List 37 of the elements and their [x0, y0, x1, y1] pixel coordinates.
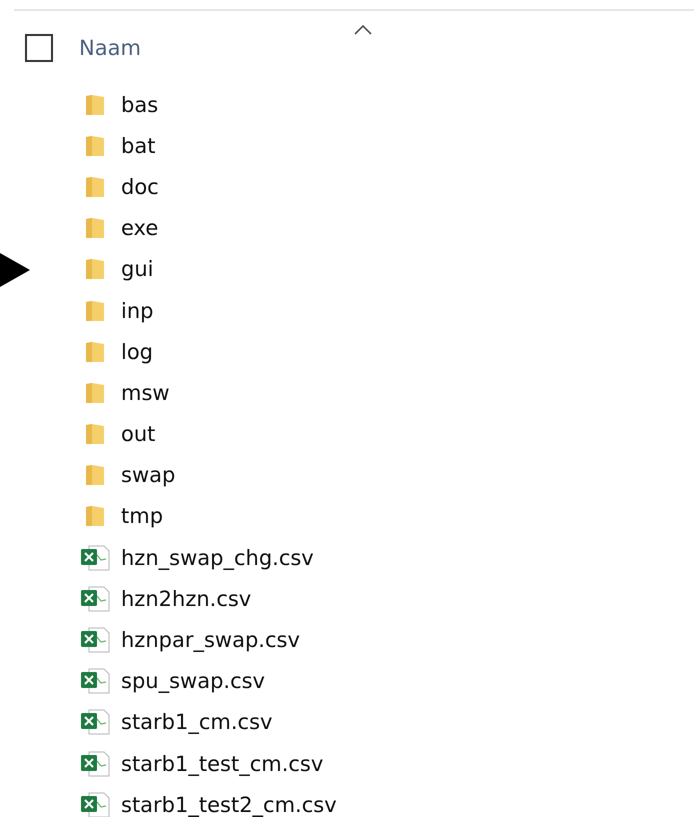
- folder-icon: [84, 174, 106, 199]
- file-name[interactable]: log: [121, 340, 154, 364]
- spreadsheet-file-icon: [80, 544, 110, 571]
- file-name[interactable]: bas: [121, 92, 158, 117]
- folder-icon: [84, 504, 106, 528]
- file-name[interactable]: starb1_test_cm.csv: [121, 752, 324, 776]
- file-name[interactable]: tmp: [121, 504, 164, 528]
- file-name[interactable]: hznpar_swap.csv: [121, 628, 300, 652]
- file-name[interactable]: doc: [121, 174, 159, 199]
- folder-icon: [84, 134, 106, 158]
- file-name[interactable]: swap: [121, 463, 176, 488]
- folder-icon: [84, 257, 106, 282]
- folder-icon: [84, 422, 106, 446]
- file-name[interactable]: bat: [121, 134, 156, 158]
- select-all-checkbox[interactable]: [25, 34, 53, 62]
- spreadsheet-file-icon: [80, 668, 110, 694]
- file-name[interactable]: spu_swap.csv: [121, 669, 265, 694]
- folder-icon: [84, 340, 106, 364]
- spreadsheet-file-icon: [80, 709, 110, 736]
- folder-icon: [84, 216, 106, 240]
- folder-icon: [84, 298, 106, 323]
- file-name[interactable]: gui: [121, 257, 154, 282]
- folder-icon: [84, 92, 106, 117]
- folder-icon: [84, 380, 106, 405]
- name-column-header[interactable]: Naam: [79, 36, 141, 60]
- spreadsheet-file-icon: [80, 627, 110, 654]
- file-name[interactable]: out: [121, 422, 156, 446]
- file-name[interactable]: msw: [121, 380, 170, 405]
- spreadsheet-file-icon: [80, 750, 110, 777]
- file-name[interactable]: hzn2hzn.csv: [121, 586, 252, 611]
- spreadsheet-file-icon: [80, 586, 110, 612]
- folder-icon: [84, 463, 106, 488]
- file-name[interactable]: hzn_swap_chg.csv: [121, 546, 314, 570]
- file-name[interactable]: inp: [121, 298, 154, 323]
- file-name[interactable]: starb1_test2_cm.csv: [121, 792, 337, 817]
- file-name[interactable]: starb1_cm.csv: [121, 710, 272, 734]
- file-name[interactable]: exe: [121, 216, 158, 240]
